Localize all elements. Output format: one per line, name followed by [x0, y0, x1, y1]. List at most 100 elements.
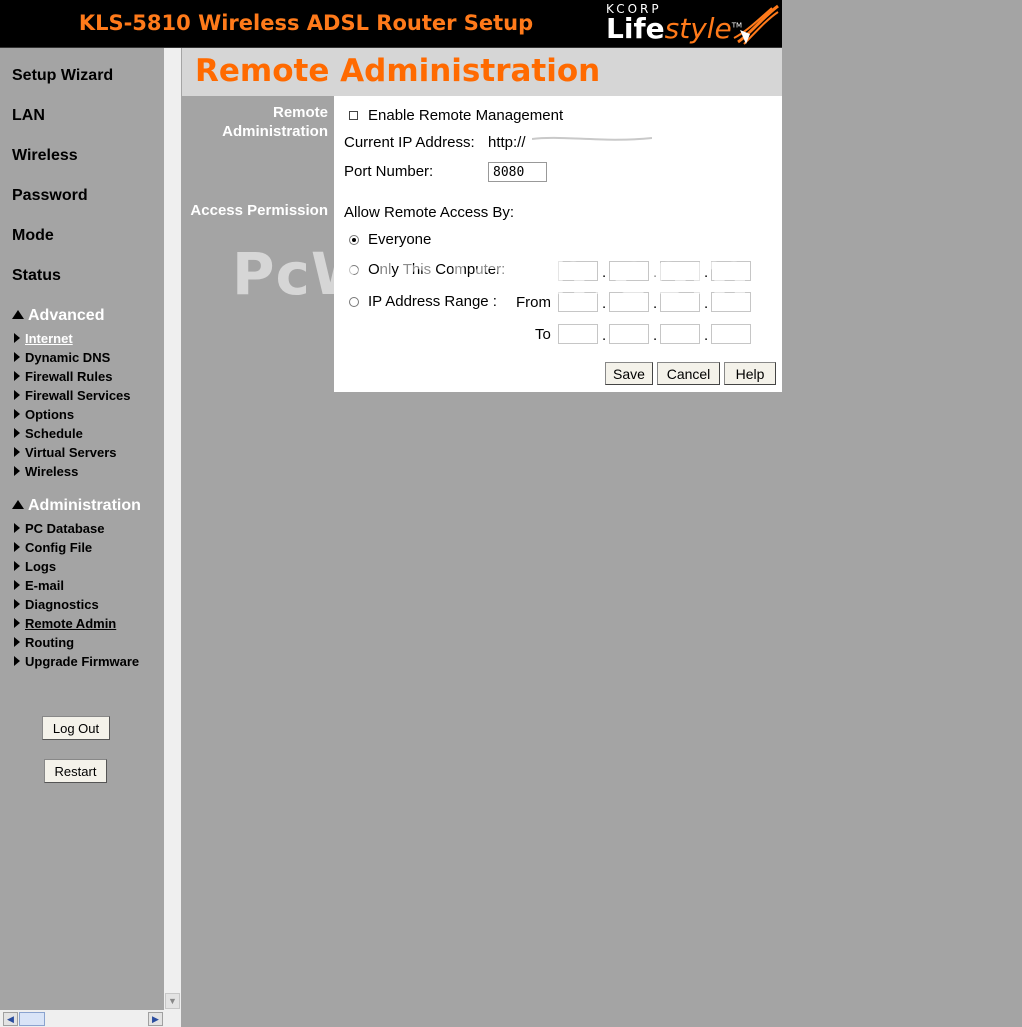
nav-upgrade-firmware[interactable]: Upgrade Firmware: [14, 654, 139, 669]
computer-ip-octet-2[interactable]: [609, 261, 649, 281]
enable-remote-management-checkbox[interactable]: [349, 111, 358, 120]
ip-address-range-radio[interactable]: [349, 297, 359, 307]
sidebar-vertical-scrollbar[interactable]: [164, 48, 181, 1010]
redacted-ip-icon: [532, 136, 652, 141]
from-ip-octet-4[interactable]: [711, 292, 751, 312]
scrollbar-thumb[interactable]: [19, 1012, 45, 1026]
scroll-down-icon[interactable]: ▼: [165, 993, 180, 1009]
nav-administration-heading[interactable]: Administration: [12, 497, 141, 515]
nav-virtual-servers[interactable]: Virtual Servers: [14, 445, 117, 460]
to-ip-octet-1[interactable]: [558, 324, 598, 344]
nav-email[interactable]: E-mail: [14, 578, 64, 593]
ip-dot: .: [704, 264, 709, 281]
nav-label: Firewall Rules: [25, 369, 113, 384]
logout-button[interactable]: Log Out: [42, 716, 110, 740]
nav-internet[interactable]: Internet: [14, 331, 73, 346]
computer-ip-octet-3[interactable]: [660, 261, 700, 281]
nav-label: Upgrade Firmware: [25, 654, 140, 669]
nav-firewall-services[interactable]: Firewall Services: [14, 388, 131, 403]
nav-remote-admin[interactable]: Remote Admin: [14, 616, 116, 631]
nav-lan[interactable]: LAN: [12, 107, 45, 125]
nav-options[interactable]: Options: [14, 407, 74, 422]
logo-swoosh-icon: [733, 4, 779, 45]
save-button[interactable]: Save: [605, 362, 653, 385]
restart-button[interactable]: Restart: [44, 759, 107, 783]
brand-logo: LifestyleTM: [606, 12, 742, 45]
to-ip-octet-2[interactable]: [609, 324, 649, 344]
nav-pc-database[interactable]: PC Database: [14, 521, 104, 536]
nav-status[interactable]: Status: [12, 267, 61, 285]
ip-dot: .: [602, 327, 607, 344]
nav-password[interactable]: Password: [12, 187, 88, 205]
nav-logs[interactable]: Logs: [14, 559, 56, 574]
ip-address-range-label: IP Address Range :: [368, 293, 497, 310]
computer-ip-octet-4[interactable]: [711, 261, 751, 281]
enable-remote-management-label: Enable Remote Management: [368, 107, 564, 124]
to-ip-octet-4[interactable]: [711, 324, 751, 344]
collapse-up-icon: [12, 500, 24, 509]
ip-dot: .: [602, 295, 607, 312]
arrow-right-icon: [14, 580, 20, 590]
nav-label: Config File: [25, 540, 93, 555]
nav-wireless[interactable]: Wireless: [12, 147, 78, 165]
logo-style-text: style: [664, 12, 732, 45]
nav-label: PC Database: [25, 521, 105, 536]
administration-heading-label: Administration: [28, 497, 141, 514]
nav-label: E-mail: [25, 578, 65, 593]
collapse-up-icon: [12, 310, 24, 319]
nav-schedule[interactable]: Schedule: [14, 426, 83, 441]
nav-label: Remote Admin: [25, 616, 117, 631]
current-ip-value: http://: [488, 134, 526, 151]
nav-adv-wireless[interactable]: Wireless: [14, 464, 78, 479]
from-ip-octet-2[interactable]: [609, 292, 649, 312]
ip-dot: .: [653, 327, 658, 344]
nav-label: Logs: [25, 559, 57, 574]
arrow-right-icon: [14, 352, 20, 362]
ip-dot: .: [602, 264, 607, 281]
scroll-left-icon[interactable]: ◀: [3, 1012, 18, 1026]
nav-mode[interactable]: Mode: [12, 227, 54, 245]
port-number-input[interactable]: [488, 162, 547, 182]
everyone-radio[interactable]: [349, 235, 359, 245]
ip-dot: .: [653, 295, 658, 312]
nav-label: Internet: [25, 331, 73, 346]
nav-routing[interactable]: Routing: [14, 635, 74, 650]
current-ip-label: Current IP Address:: [344, 134, 475, 151]
arrow-right-icon: [14, 656, 20, 666]
ip-dot: .: [704, 295, 709, 312]
nav-config-file[interactable]: Config File: [14, 540, 92, 555]
arrow-right-icon: [14, 447, 20, 457]
to-label: To: [535, 326, 551, 343]
section-label-remote-administration: Remote Administration: [222, 104, 328, 140]
arrow-right-icon: [14, 561, 20, 571]
arrow-right-icon: [14, 333, 20, 343]
nav-advanced-heading[interactable]: Advanced: [12, 307, 104, 325]
nav-diagnostics[interactable]: Diagnostics: [14, 597, 99, 612]
from-ip-octet-1[interactable]: [558, 292, 598, 312]
cancel-button[interactable]: Cancel: [657, 362, 720, 385]
logo-life-text: Life: [606, 12, 665, 45]
nav-label: Routing: [25, 635, 75, 650]
nav-label: Options: [25, 407, 75, 422]
nav-label: Dynamic DNS: [25, 350, 111, 365]
computer-ip-octet-1[interactable]: [558, 261, 598, 281]
only-this-computer-label: Only This Computer:: [368, 261, 506, 278]
to-ip-octet-3[interactable]: [660, 324, 700, 344]
from-ip-octet-3[interactable]: [660, 292, 700, 312]
allow-remote-access-label: Allow Remote Access By:: [344, 204, 515, 221]
arrow-right-icon: [14, 637, 20, 647]
nav-label: Diagnostics: [25, 597, 99, 612]
nav-firewall-rules[interactable]: Firewall Rules: [14, 369, 112, 384]
advanced-heading-label: Advanced: [28, 307, 105, 324]
arrow-right-icon: [14, 428, 20, 438]
help-button[interactable]: Help: [724, 362, 776, 385]
nav-label: Firewall Services: [25, 388, 131, 403]
arrow-right-icon: [14, 466, 20, 476]
only-this-computer-radio[interactable]: [349, 265, 359, 275]
port-number-label: Port Number:: [344, 163, 434, 180]
scroll-right-icon[interactable]: ▶: [148, 1012, 163, 1026]
from-label: From: [516, 294, 551, 311]
nav-dynamic-dns[interactable]: Dynamic DNS: [14, 350, 110, 365]
nav-setup-wizard[interactable]: Setup Wizard: [12, 67, 113, 85]
nav-label: Virtual Servers: [25, 445, 117, 460]
